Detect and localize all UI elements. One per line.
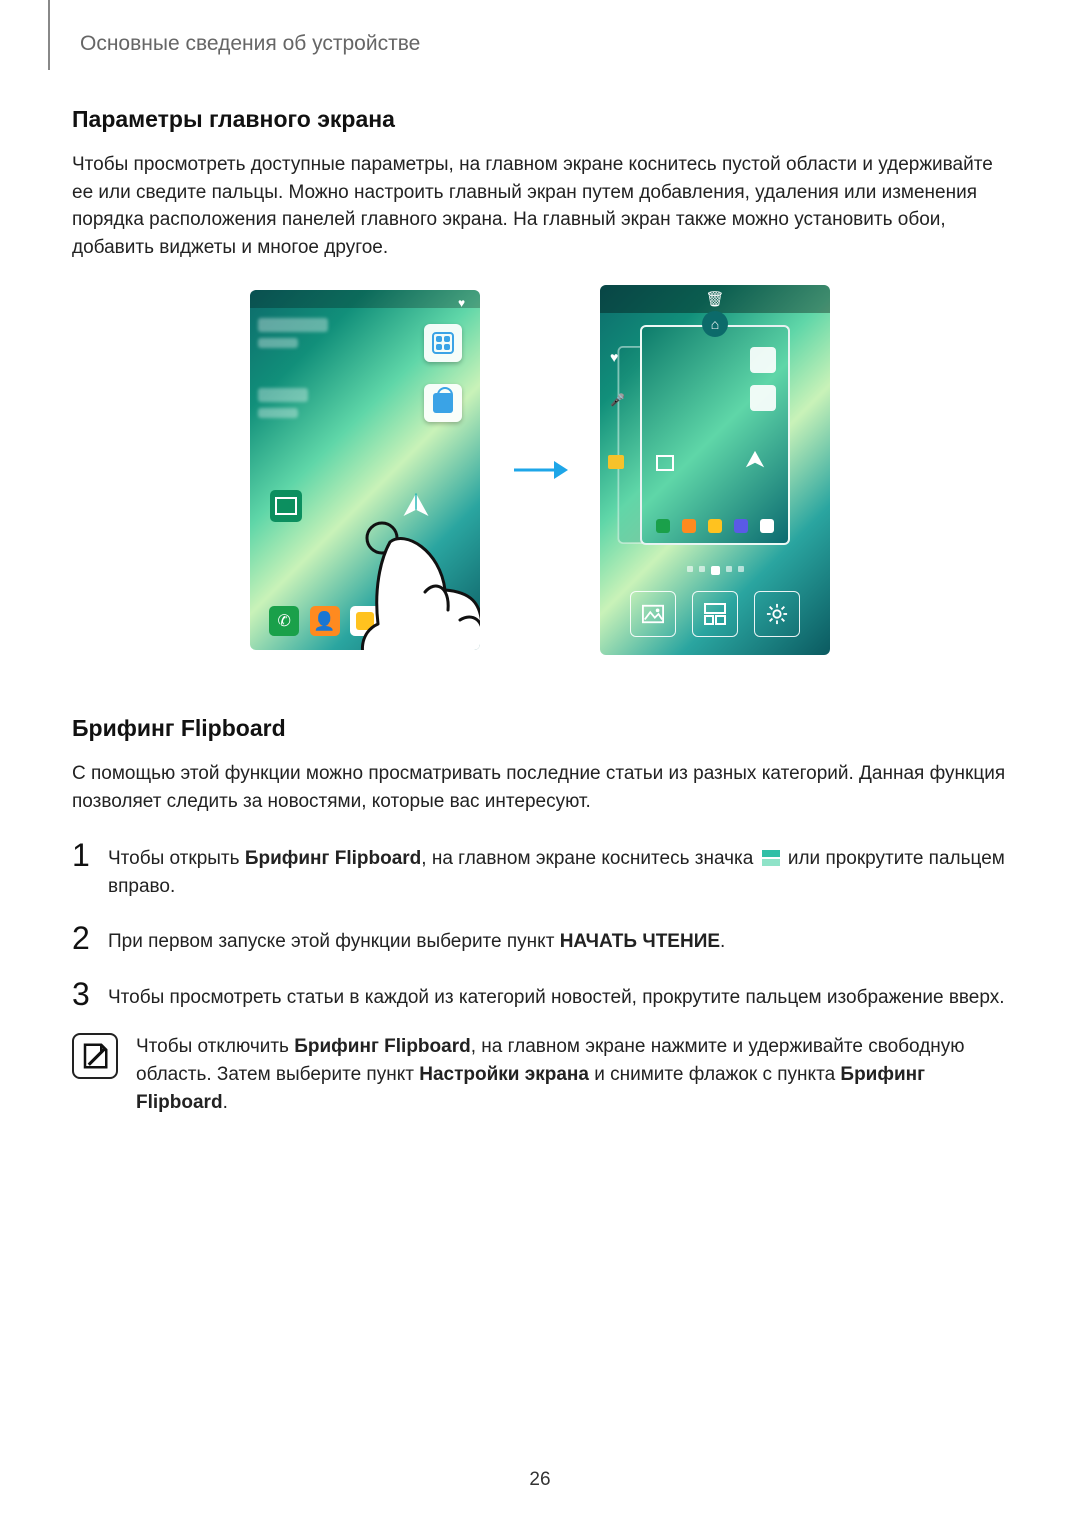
note-text: Чтобы отключить Брифинг Flipboard, на гл… — [136, 1033, 1008, 1116]
widgets-button-icon — [692, 591, 738, 637]
trash-icon: 🗑 — [705, 290, 724, 308]
edit-toolbar — [600, 591, 830, 637]
browser-app-icon: 🌐 — [390, 606, 420, 636]
heart-icon: ♥ — [458, 296, 470, 308]
blur-label — [258, 408, 298, 418]
chapter-heading: Основные сведения об устройстве — [80, 32, 1008, 56]
blur-label — [258, 318, 328, 332]
step-number: 1 — [72, 839, 108, 871]
gallery-icon — [270, 490, 302, 522]
figure-row: ♥ ✆ 👤 🌐 — [72, 285, 1008, 655]
figure-phone-left: ♥ ✆ 👤 🌐 — [250, 290, 480, 650]
flipboard-inline-icon — [762, 850, 780, 866]
step-item: 2 При первом запуске этой функции выбери… — [72, 922, 1008, 956]
phone-app-icon: ✆ — [269, 606, 299, 636]
gift-icon — [433, 393, 453, 413]
steps-list: 1 Чтобы открыть Брифинг Flipboard, на гл… — [72, 839, 1008, 1011]
settings-button-icon — [754, 591, 800, 637]
step-text: Чтобы открыть Брифинг Flipboard, на глав… — [108, 839, 1008, 900]
home-pin-icon: ⌂ — [702, 311, 728, 337]
note-icon — [72, 1033, 118, 1079]
page-indicator — [600, 566, 830, 575]
section1-title: Параметры главного экрана — [72, 106, 1008, 133]
widget-area — [250, 312, 390, 430]
step-item: 3 Чтобы просмотреть статьи в каждой из к… — [72, 978, 1008, 1012]
mini-paper-plane-icon — [744, 449, 766, 476]
section2: Брифинг Flipboard С помощью этой функции… — [72, 715, 1008, 1116]
section2-paragraph: С помощью этой функции можно просматрива… — [72, 760, 1008, 815]
delete-bar: 🗑 — [600, 285, 830, 313]
page-number: 26 — [0, 1469, 1080, 1491]
widget-tile-gift — [424, 384, 462, 422]
mini-tile — [750, 385, 776, 411]
page-spine-line — [48, 0, 50, 70]
paper-plane-icon — [400, 490, 432, 522]
widget-tile-apps — [424, 324, 462, 362]
panel-carousel: ⌂ ♥ 🎤 — [640, 325, 790, 545]
blur-label — [258, 388, 308, 402]
sheart-icon: ♥ — [610, 349, 618, 365]
page: Основные сведения об устройстве Параметр… — [0, 0, 1080, 1156]
contacts-app-icon: 👤 — [310, 606, 340, 636]
arrow-right-icon — [510, 455, 570, 485]
section1-paragraph: Чтобы просмотреть доступные параметры, н… — [72, 151, 1008, 261]
mini-tile — [750, 347, 776, 373]
gallery-mini-icon — [608, 455, 624, 469]
apps-drawer-icon — [431, 606, 461, 636]
mini-dock — [642, 519, 788, 533]
wallpaper-button-icon — [630, 591, 676, 637]
panel-preview-primary: ⌂ ♥ 🎤 — [640, 325, 790, 545]
step-item: 1 Чтобы открыть Брифинг Flipboard, на гл… — [72, 839, 1008, 900]
step-text: Чтобы просмотреть статьи в каждой из кат… — [108, 978, 1008, 1012]
note: Чтобы отключить Брифинг Flipboard, на гл… — [72, 1033, 1008, 1116]
statusbar — [250, 290, 480, 308]
dock: ✆ 👤 🌐 — [250, 606, 480, 636]
step-number: 3 — [72, 978, 108, 1010]
section2-title: Брифинг Flipboard — [72, 715, 1008, 742]
messages-app-icon — [350, 606, 380, 636]
step-text: При первом запуске этой функции выберите… — [108, 922, 1008, 956]
apps-grid-icon — [432, 332, 454, 354]
mic-icon: 🎤 — [610, 393, 625, 407]
step-number: 2 — [72, 922, 108, 954]
blur-label — [258, 338, 298, 348]
figure-phone-right: 🗑 ⌂ ♥ 🎤 — [600, 285, 830, 655]
mini-gallery-icon — [656, 455, 674, 471]
